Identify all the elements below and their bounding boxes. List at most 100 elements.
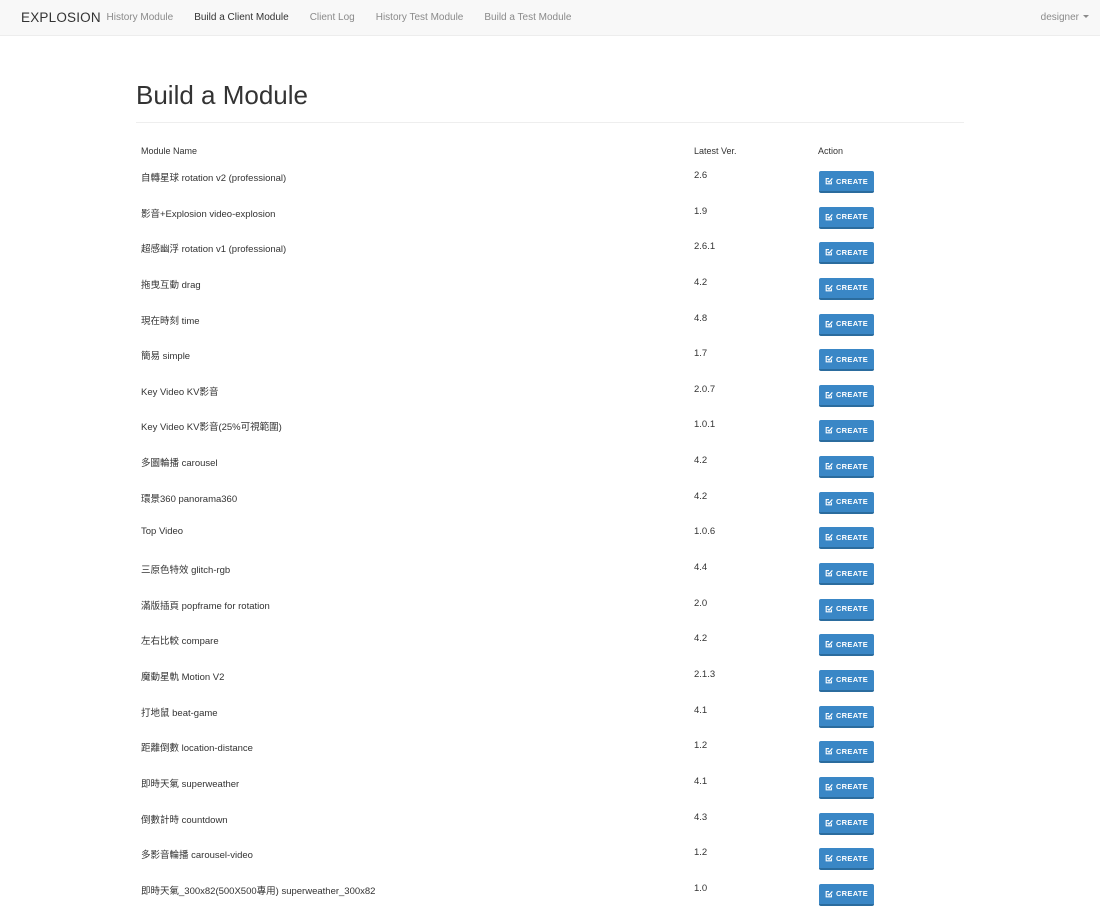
module-name-cell: 自轉星球 rotation v2 (professional) [141,173,287,184]
create-button[interactable]: CREATE [819,491,874,514]
brand-logo[interactable]: EXPLOSION [21,0,101,36]
create-button[interactable]: CREATE [819,171,874,193]
nav-history-test-module[interactable]: History Test Module [365,0,474,36]
create-button[interactable]: CREATE [819,242,874,265]
table-row: 環景360 panorama360 4.2 CREATE [136,481,964,517]
table-row: 影音+Explosion video-explosion 1.9 CREATE [136,196,964,232]
nav-client-log[interactable]: Client Log [299,0,365,36]
create-button-label: CREATE [835,532,869,542]
create-button[interactable]: CREATE [819,384,874,407]
create-button-label: CREATE [835,711,869,721]
user-name: designer [1040,12,1079,23]
nav-history-module[interactable]: History Module [96,0,184,36]
module-name-cell: 三原色特效 glitch-rgb [141,565,231,577]
module-name-cell: 打地鼠 beat-game [141,707,218,719]
create-button[interactable]: CREATE [819,527,874,550]
latest-version-cell: 4.2 [694,276,708,288]
latest-version-cell: 1.9 [694,205,708,217]
create-button-label: CREATE [835,497,869,507]
latest-version-cell: 4.2 [694,455,708,467]
create-button-label: CREATE [835,425,869,435]
table-row: 即時天氣_300x82(500X500專用) superweather_300x… [136,873,964,908]
module-name-cell: 即時天氣 superweather [141,778,240,790]
check-square-icon [825,605,833,613]
module-name-cell: 滿版插頁 popframe for rotation [141,600,270,612]
latest-version-cell: 2.0 [694,597,708,609]
create-button[interactable]: CREATE [819,741,874,764]
create-button-label: CREATE [835,818,869,828]
table-row: 多影音輪播 carousel-video 1.2 CREATE [136,837,964,873]
top-navbar: EXPLOSION History Module Build a Client … [0,0,1100,36]
latest-version-cell: 1.0.6 [694,526,716,538]
module-name-cell: 魔動星軌 Motion V2 [141,671,225,683]
table-row: 打地鼠 beat-game 4.1 CREATE [136,695,964,731]
latest-version-cell: 1.0 [694,882,708,894]
create-button[interactable]: CREATE [819,634,874,657]
create-button-label: CREATE [835,782,869,792]
module-name-cell: Top Video [141,526,184,538]
table-row: 拖曳互動 drag 4.2 CREATE [136,267,964,303]
latest-version-cell: 1.7 [694,348,708,360]
latest-version-cell: 1.0.1 [694,419,716,431]
header-action: Action [818,146,844,156]
create-button[interactable]: CREATE [819,598,874,621]
nav-build-test-module[interactable]: Build a Test Module [474,0,582,36]
check-square-icon [825,534,833,541]
module-name-cell: 環景360 panorama360 [141,493,238,505]
create-button-label: CREATE [835,176,869,186]
nav-build-client-module[interactable]: Build a Client Module [184,0,300,36]
create-button[interactable]: CREATE [819,883,874,906]
table-header: Module Name Latest Ver. Action [136,140,964,162]
table-row: 左右比較 compare 4.2 CREATE [136,623,964,659]
table-row: Top Video 1.0.6 CREATE [136,516,964,552]
check-square-icon [825,463,833,470]
create-button-label: CREATE [835,212,869,222]
create-button[interactable]: CREATE [819,812,874,835]
module-name-cell: 超感幽浮 rotation v1 (professional) [141,244,287,256]
create-button-label: CREATE [835,604,869,614]
module-name-cell: 多影音輪播 carousel-video [141,850,253,862]
table-row: 簡易 simple 1.7 CREATE [136,338,964,374]
check-square-icon [825,356,833,363]
create-button[interactable]: CREATE [819,277,874,300]
table-row: 三原色特效 glitch-rgb 4.4 CREATE [136,552,964,588]
latest-version-cell: 4.3 [694,811,708,823]
check-square-icon [825,677,833,684]
create-button-label: CREATE [835,568,869,578]
check-square-icon [825,284,833,292]
check-square-icon [825,498,833,506]
check-square-icon [825,641,833,648]
caret-down-icon [1083,15,1089,18]
latest-version-cell: 4.2 [694,633,708,645]
create-button[interactable]: CREATE [819,705,874,728]
create-button[interactable]: CREATE [819,349,874,372]
module-name-cell: Key Video KV影音 [141,386,219,398]
create-button[interactable]: CREATE [819,420,874,443]
table-row: 倒數計時 countdown 4.3 CREATE [136,802,964,838]
create-button[interactable]: CREATE [819,206,874,229]
table-row: 多圖輪播 carousel 4.2 CREATE [136,445,964,481]
check-square-icon [825,855,833,862]
create-button[interactable]: CREATE [819,669,874,692]
table-row: 魔動星軌 Motion V2 2.1.3 CREATE [136,659,964,695]
check-square-icon [825,783,833,791]
create-button[interactable]: CREATE [819,563,874,586]
create-button-label: CREATE [835,675,869,685]
create-button-label: CREATE [835,746,869,756]
module-name-cell: 現在時刻 time [141,315,200,327]
create-button[interactable]: CREATE [819,776,874,799]
module-name-cell: 左右比較 compare [141,636,219,648]
create-button[interactable]: CREATE [819,313,874,336]
check-square-icon [825,249,833,256]
check-square-icon [825,427,833,434]
table-row: 自轉星球 rotation v2 (professional) 2.6 CREATE [136,160,964,196]
create-button-label: CREATE [835,283,869,293]
table-row: 即時天氣 superweather 4.1 CREATE [136,766,964,802]
table-row: 距離倒數 location-distance 1.2 CREATE [136,730,964,766]
module-name-cell: 簡易 simple [141,351,191,363]
user-menu[interactable]: designer [1041,0,1089,36]
module-name-cell: 多圖輪播 carousel [141,458,218,470]
create-button[interactable]: CREATE [819,456,874,479]
create-button[interactable]: CREATE [819,848,874,871]
check-square-icon [825,178,833,185]
